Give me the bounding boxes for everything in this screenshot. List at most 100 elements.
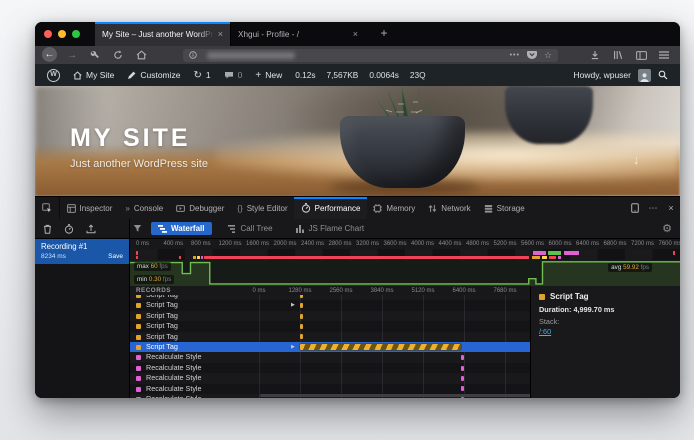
record-row[interactable]: Script Tag ▶	[130, 300, 530, 310]
record-waterfall-bar	[300, 324, 303, 329]
overview-marker	[558, 256, 561, 260]
expand-arrow-icon[interactable]: ▶	[291, 342, 295, 352]
ruler-tick: 4000 ms	[411, 241, 434, 247]
tab-memory[interactable]: Memory	[367, 197, 422, 219]
stack-frame-link[interactable]: /:60	[539, 327, 672, 336]
record-row[interactable]: Recalculate Style ▶	[130, 352, 530, 362]
record-stopwatch-icon[interactable]	[64, 224, 74, 234]
record-waterfall-bar	[300, 314, 303, 319]
site-hero: MY SITE Just another WordPress site ↓	[35, 86, 680, 196]
view-js-flame-chart[interactable]: JS Flame Chart	[289, 222, 372, 235]
admin-new[interactable]: + New	[255, 70, 282, 80]
library-icon[interactable]	[611, 48, 625, 62]
admin-comments[interactable]: 0	[224, 70, 243, 80]
clear-recordings-trash-icon[interactable]	[43, 224, 52, 234]
record-row[interactable]: Script Tag ▶	[130, 342, 530, 352]
record-row[interactable]: Script Tag ▶	[130, 321, 530, 331]
devtools-close-icon[interactable]: ×	[662, 203, 680, 213]
devtools-tab-bar: Inspector » Console Debugger {} Style Ed…	[35, 197, 680, 220]
ruler-tick: 2000 ms	[274, 241, 297, 247]
url-bar[interactable]: ••• ☆	[183, 49, 558, 62]
tab-performance[interactable]: Performance	[294, 197, 367, 219]
admin-updates[interactable]: ↻ 1	[194, 70, 211, 80]
home-icon[interactable]	[134, 48, 148, 62]
fps-overview[interactable]: max 60 fps min 0.30 fps avg 59.92 fps	[130, 260, 680, 287]
download-icon[interactable]	[588, 48, 602, 62]
ruler-tick: 1600 ms	[246, 241, 269, 247]
tab-xhgui[interactable]: Xhgui - Profile - / ×	[230, 22, 365, 46]
waterfall-ruler-tick: 2560 ms	[329, 288, 352, 294]
wordpress-logo-icon[interactable]: W	[47, 69, 60, 82]
ruler-tick: 0 ms	[136, 241, 149, 247]
style-editor-icon: {}	[237, 204, 242, 213]
filter-funnel-icon[interactable]	[133, 224, 142, 233]
record-row[interactable]: Script Tag ▶	[130, 311, 530, 321]
record-row[interactable]: Recalculate Style ▶	[130, 363, 530, 373]
admin-my-site[interactable]: My Site	[73, 70, 114, 80]
perf-settings-gear-icon[interactable]: ⚙	[662, 222, 672, 235]
record-waterfall-bar	[300, 303, 303, 308]
import-recording-icon[interactable]	[86, 224, 96, 234]
markers-overview[interactable]	[130, 249, 680, 260]
tab-inspector[interactable]: Inspector	[60, 197, 119, 219]
back-button[interactable]: ←	[42, 47, 57, 62]
record-row[interactable]: Recalculate Style ▶	[130, 384, 530, 394]
record-row[interactable]: Recalculate Style ▶	[130, 373, 530, 383]
performance-toolbar: Waterfall Call Tree JS Flame Chart ⚙	[35, 219, 680, 239]
site-tagline: Just another WordPress site	[70, 158, 208, 170]
bookmark-star-icon[interactable]: ☆	[544, 51, 552, 60]
tab-my-site[interactable]: My Site – Just another WordPress s ×	[95, 22, 230, 46]
search-icon[interactable]	[658, 70, 668, 80]
reload-icon[interactable]	[111, 48, 125, 62]
new-tab-button[interactable]: +	[375, 25, 393, 43]
menu-hamburger-icon[interactable]	[657, 48, 671, 62]
view-call-tree[interactable]: Call Tree	[221, 222, 280, 235]
browser-window: My Site – Just another WordPress s × Xhg…	[35, 22, 680, 398]
query-monitor-stats[interactable]: 0.12s7,567KB0.0064s23Q	[295, 70, 425, 80]
view-waterfall[interactable]: Waterfall	[151, 222, 212, 235]
forward-button[interactable]: →	[65, 48, 79, 62]
tab-style-editor[interactable]: {} Style Editor	[231, 197, 294, 219]
minimize-window-button[interactable]	[58, 30, 66, 38]
tab-debugger[interactable]: Debugger	[170, 197, 231, 219]
page-actions-icon[interactable]: •••	[510, 52, 520, 59]
horizontal-scrollbar[interactable]	[260, 394, 530, 397]
tab-network[interactable]: Network	[422, 197, 477, 219]
howdy-account[interactable]: Howdy, wpuser	[574, 70, 631, 80]
site-info-icon[interactable]	[189, 51, 197, 59]
tab-storage[interactable]: Storage	[477, 197, 531, 219]
record-type-swatch	[136, 303, 141, 308]
admin-customize[interactable]: Customize	[127, 70, 180, 80]
stack-label: Stack:	[539, 317, 672, 326]
record-type-swatch	[136, 355, 141, 360]
site-title[interactable]: MY SITE	[70, 124, 191, 153]
tab-title: My Site – Just another WordPress s	[102, 30, 214, 39]
record-row[interactable]: Script Tag ▶	[130, 332, 530, 342]
save-recording-link[interactable]: Save	[108, 253, 123, 260]
wp-admin-bar: W My Site Customize ↻ 1 0 + New 0.12s7,5…	[35, 64, 680, 86]
close-window-button[interactable]	[44, 30, 52, 38]
responsive-mode-icon[interactable]	[626, 203, 644, 213]
devtools-menu-icon[interactable]: ⋯	[644, 203, 662, 214]
pocket-icon[interactable]	[527, 51, 537, 60]
waterfall-ruler-tick: 1280 ms	[288, 288, 311, 294]
expand-arrow-icon[interactable]: ▶	[291, 300, 295, 310]
pick-element-button[interactable]	[35, 197, 60, 219]
scroll-down-arrow[interactable]: ↓	[633, 152, 640, 167]
overview-marker	[542, 256, 547, 260]
record-label: Script Tag	[146, 311, 178, 321]
marker-color-swatch	[539, 294, 545, 300]
fps-graph	[130, 260, 680, 286]
tab-close-icon[interactable]: ×	[353, 29, 358, 39]
console-icon: »	[125, 204, 129, 213]
sidebar-toggle-icon[interactable]	[634, 48, 648, 62]
avatar[interactable]	[638, 69, 651, 82]
zoom-window-button[interactable]	[72, 30, 80, 38]
ruler-tick: 5200 ms	[494, 241, 517, 247]
ruler-tick: 5600 ms	[521, 241, 544, 247]
tab-console[interactable]: » Console	[119, 197, 170, 219]
inspector-icon	[67, 204, 76, 213]
wrench-icon[interactable]	[88, 48, 102, 62]
recording-item[interactable]: Recording #1 8234 ms Save	[35, 239, 129, 264]
tab-close-icon[interactable]: ×	[218, 29, 223, 39]
